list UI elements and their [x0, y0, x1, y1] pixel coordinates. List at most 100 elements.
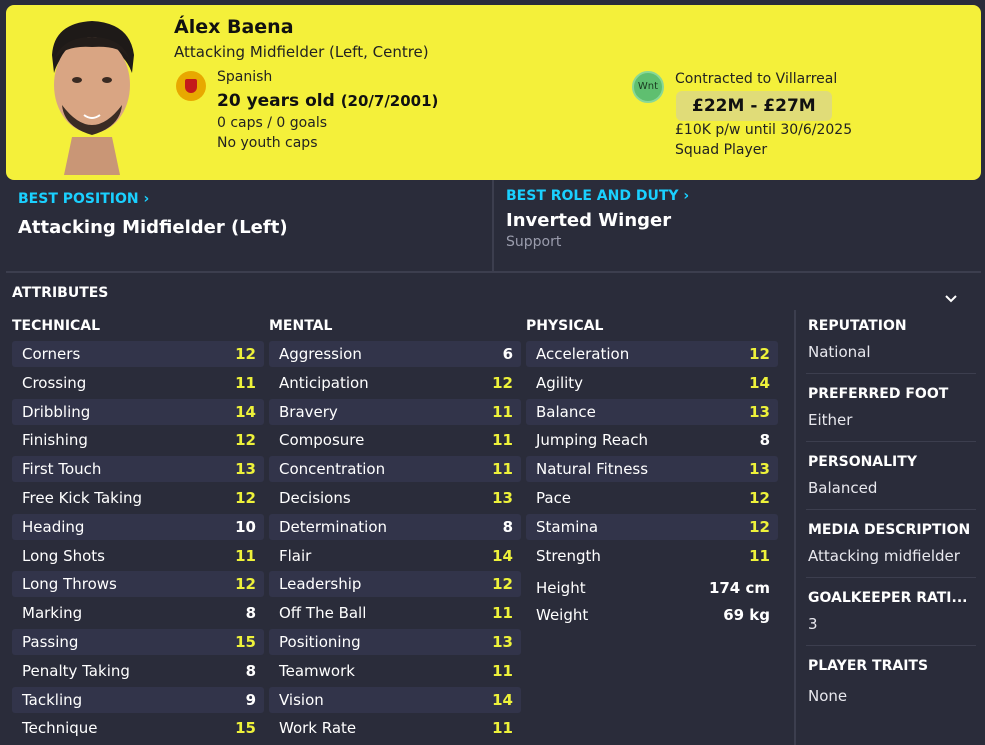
divider	[806, 509, 976, 510]
weight-label: Weight	[536, 606, 589, 624]
attribute-row[interactable]: Agility 14	[526, 370, 778, 396]
date-of-birth: (20/7/2001)	[340, 92, 439, 110]
attribute-row[interactable]: Acceleration 12	[526, 341, 778, 367]
best-position-link[interactable]: BEST POSITION ›	[18, 191, 149, 207]
reputation-value: National	[808, 343, 871, 361]
attribute-value: 8	[245, 604, 256, 623]
age: 20 years old (20/7/2001)	[217, 91, 438, 111]
chevron-right-icon: ›	[683, 188, 690, 204]
wanted-status-badge[interactable]: Wnt	[632, 71, 664, 103]
chevron-right-icon: ›	[143, 191, 150, 207]
player-name: Álex Baena	[174, 16, 294, 38]
age-text: 20 years old	[217, 91, 335, 111]
attribute-row[interactable]: Stamina 12	[526, 513, 778, 540]
attribute-row[interactable]: Jumping Reach 8	[526, 427, 778, 453]
attribute-row[interactable]: Vision 14	[269, 686, 521, 713]
attribute-row[interactable]: Strength 11	[526, 543, 778, 569]
attribute-value: 14	[235, 402, 256, 421]
attribute-row[interactable]: Composure 11	[269, 427, 521, 453]
attribute-value: 12	[235, 345, 256, 363]
attribute-row[interactable]: Determination 8	[269, 513, 521, 540]
attribute-row[interactable]: Finishing 12	[12, 427, 264, 453]
attribute-row[interactable]: Leadership 12	[269, 571, 521, 598]
media-description-value: Attacking midfielder	[808, 547, 960, 565]
divider	[794, 310, 796, 745]
attribute-row[interactable]: Work Rate 11	[269, 715, 521, 741]
best-role-value: Inverted Winger	[506, 210, 672, 231]
attribute-value: 6	[502, 345, 513, 363]
attribute-row[interactable]: Corners 12	[12, 341, 264, 367]
chevron-down-icon[interactable]	[943, 291, 959, 307]
attribute-row[interactable]: First Touch 13	[12, 456, 264, 483]
attribute-name: Concentration	[279, 460, 386, 479]
transfer-value-badge[interactable]: £22M - £27M	[676, 91, 832, 121]
attribute-row[interactable]: Aggression 6	[269, 341, 521, 367]
attribute-value: 13	[749, 402, 770, 421]
attribute-row[interactable]: Tackling 9	[12, 686, 264, 713]
attribute-value: 11	[492, 460, 513, 479]
attribute-value: 15	[235, 719, 256, 738]
attribute-value: 8	[502, 517, 513, 536]
attribute-row[interactable]: Technique 15	[12, 715, 264, 741]
attribute-row[interactable]: Flair 14	[269, 543, 521, 569]
attribute-row[interactable]: Pace 12	[526, 485, 778, 511]
attribute-row[interactable]: Penalty Taking 8	[12, 658, 264, 684]
attribute-row[interactable]: Marking 8	[12, 600, 264, 626]
divider	[806, 645, 976, 646]
attribute-name: Leadership	[279, 575, 362, 594]
best-role-label: BEST ROLE AND DUTY	[506, 188, 679, 204]
goalkeeper-rating-label: GOALKEEPER RATI...	[808, 590, 968, 606]
attribute-row[interactable]: Anticipation 12	[269, 370, 521, 396]
attribute-row[interactable]: Passing 15	[12, 629, 264, 655]
attribute-name: Marking	[22, 604, 83, 623]
attribute-name: Jumping Reach	[536, 431, 648, 450]
spain-flag-icon[interactable]	[176, 71, 206, 101]
attribute-value: 12	[749, 345, 770, 363]
attribute-value: 12	[235, 575, 256, 594]
attribute-value: 11	[492, 604, 513, 623]
attribute-row[interactable]: Decisions 13	[269, 485, 521, 511]
attribute-value: 13	[492, 489, 513, 507]
attribute-row[interactable]: Natural Fitness 13	[526, 456, 778, 483]
attribute-row[interactable]: Concentration 11	[269, 456, 521, 483]
attribute-row[interactable]: Bravery 11	[269, 398, 521, 425]
attribute-name: Stamina	[536, 517, 599, 536]
attribute-value: 14	[492, 690, 513, 709]
attribute-row[interactable]: Off The Ball 11	[269, 600, 521, 626]
attribute-name: Heading	[22, 517, 85, 536]
player-header-card: Álex Baena Attacking Midfielder (Left, C…	[6, 5, 981, 180]
attributes-title: ATTRIBUTES	[12, 285, 109, 301]
attribute-row[interactable]: Heading 10	[12, 513, 264, 540]
attribute-name: Dribbling	[22, 402, 91, 421]
attribute-name: Flair	[279, 546, 312, 565]
attribute-name: Strength	[536, 546, 601, 565]
attribute-name: Agility	[536, 373, 584, 392]
best-role-duty: Support	[506, 234, 562, 250]
attribute-row[interactable]: Long Throws 12	[12, 571, 264, 598]
attribute-name: Free Kick Taking	[22, 489, 143, 507]
weight-row: Weight 69 kg	[526, 604, 778, 628]
attribute-row[interactable]: Positioning 13	[269, 629, 521, 655]
attribute-value: 11	[492, 719, 513, 738]
attribute-row[interactable]: Free Kick Taking 12	[12, 485, 264, 511]
attribute-value: 12	[235, 489, 256, 507]
attribute-name: First Touch	[22, 460, 102, 479]
attribute-name: Penalty Taking	[22, 661, 130, 680]
attribute-row[interactable]: Long Shots 11	[12, 543, 264, 569]
height-value: 174 cm	[708, 579, 770, 597]
height-label: Height	[536, 579, 586, 597]
divider	[6, 271, 981, 273]
best-role-link[interactable]: BEST ROLE AND DUTY ›	[506, 188, 689, 204]
attribute-row[interactable]: Crossing 11	[12, 370, 264, 396]
attribute-name: Vision	[279, 690, 324, 709]
attribute-name: Bravery	[279, 402, 338, 421]
attribute-row[interactable]: Teamwork 11	[269, 658, 521, 684]
attribute-value: 8	[245, 661, 256, 680]
contract-club[interactable]: Contracted to Villarreal	[675, 71, 837, 87]
attribute-row[interactable]: Balance 13	[526, 398, 778, 425]
divider	[806, 373, 976, 374]
attribute-name: Composure	[279, 431, 365, 450]
attribute-name: Teamwork	[279, 661, 355, 680]
attribute-value: 11	[492, 431, 513, 450]
attribute-row[interactable]: Dribbling 14	[12, 398, 264, 425]
